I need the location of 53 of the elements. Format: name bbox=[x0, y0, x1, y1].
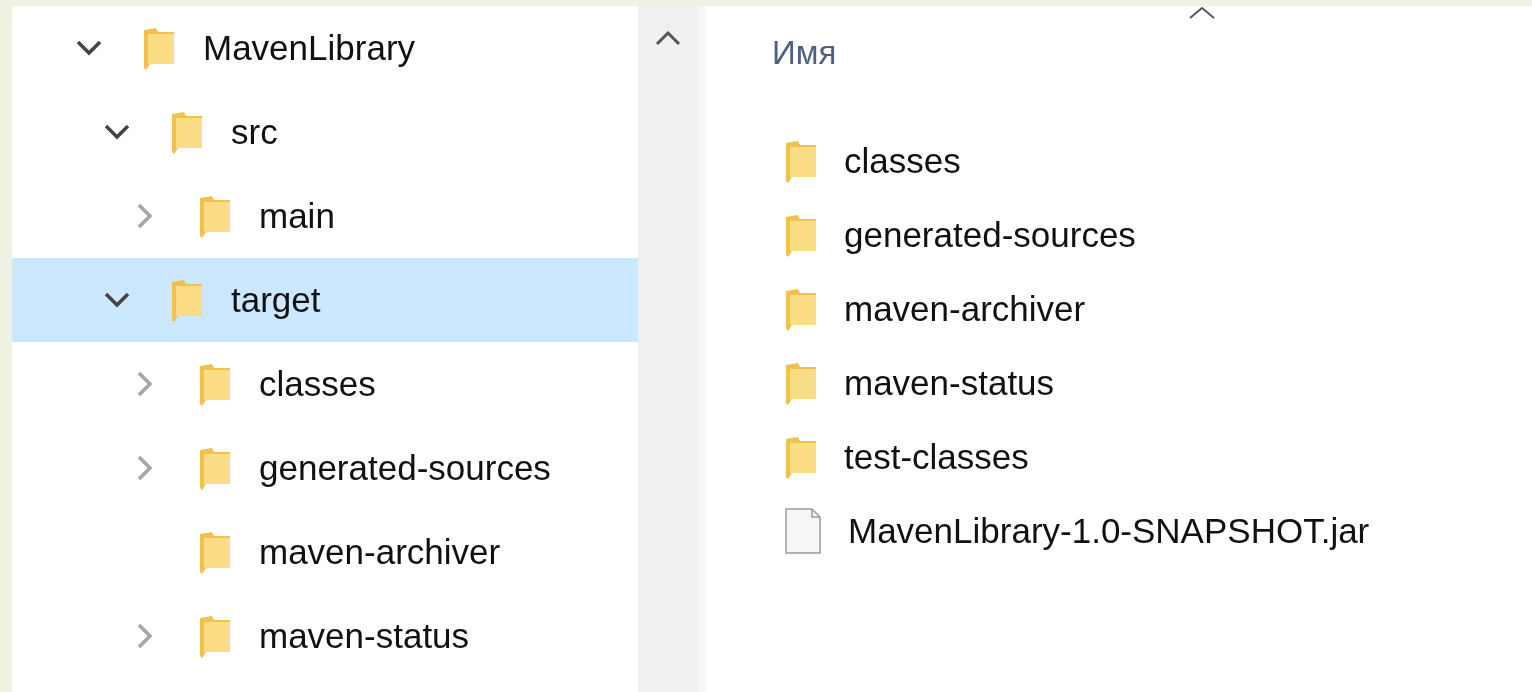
sort-ascending-icon[interactable] bbox=[1188, 6, 1216, 20]
folder-icon bbox=[198, 194, 232, 238]
file-name: maven-archiver bbox=[844, 289, 1086, 329]
folder-icon bbox=[198, 362, 232, 406]
file-name: test-classes bbox=[844, 437, 1029, 477]
folder-icon bbox=[170, 110, 204, 154]
tree-item-label: classes bbox=[259, 364, 376, 404]
tree-item-label: maven-status bbox=[259, 616, 470, 656]
chevron-down-icon[interactable] bbox=[76, 40, 102, 56]
tree-item-label: main bbox=[259, 196, 335, 236]
tree-item-label: target bbox=[231, 280, 321, 320]
folder-icon bbox=[784, 213, 818, 257]
scroll-up-button[interactable] bbox=[653, 28, 683, 48]
tree-item[interactable]: generated-sources bbox=[12, 426, 638, 510]
file-name: maven-status bbox=[844, 363, 1055, 403]
chevron-right-icon[interactable] bbox=[137, 455, 153, 481]
folder-icon bbox=[198, 614, 232, 658]
folder-icon bbox=[142, 26, 176, 70]
name-column-header[interactable]: Имя bbox=[772, 34, 837, 72]
file-list-item[interactable]: maven-archiver bbox=[772, 272, 1532, 346]
folder-icon bbox=[198, 446, 232, 490]
tree-item[interactable]: maven-archiver bbox=[12, 510, 638, 594]
file-name: generated-sources bbox=[844, 215, 1136, 255]
file-list-item[interactable]: test-classes bbox=[772, 420, 1532, 494]
file-name: classes bbox=[844, 141, 961, 181]
file-list-item[interactable]: generated-sources bbox=[772, 198, 1532, 272]
folder-icon bbox=[784, 287, 818, 331]
folder-icon bbox=[784, 435, 818, 479]
tree-item-label: MavenLibrary bbox=[203, 28, 416, 68]
chevron-down-icon[interactable] bbox=[104, 292, 130, 308]
chevron-right-icon[interactable] bbox=[137, 371, 153, 397]
file-list-item[interactable]: MavenLibrary-1.0-SNAPSHOT.jar bbox=[772, 494, 1532, 568]
file-icon bbox=[784, 507, 822, 555]
file-list-item[interactable]: maven-status bbox=[772, 346, 1532, 420]
folder-icon bbox=[784, 139, 818, 183]
scrollbar[interactable] bbox=[638, 6, 698, 692]
folder-icon bbox=[198, 530, 232, 574]
chevron-right-icon[interactable] bbox=[137, 203, 153, 229]
tree-item-label: src bbox=[231, 112, 278, 152]
tree-item-label: generated-sources bbox=[259, 448, 551, 488]
folder-icon bbox=[170, 278, 204, 322]
tree-item[interactable]: src bbox=[12, 90, 638, 174]
chevron-right-icon[interactable] bbox=[137, 623, 153, 649]
file-name: MavenLibrary-1.0-SNAPSHOT.jar bbox=[848, 511, 1370, 551]
chevron-down-icon[interactable] bbox=[104, 124, 130, 140]
tree-item-label: maven-archiver bbox=[259, 532, 501, 572]
tree-item[interactable]: target bbox=[12, 258, 638, 342]
file-list-item[interactable]: classes bbox=[772, 124, 1532, 198]
tree-item[interactable]: MavenLibrary bbox=[12, 6, 638, 90]
tree-item[interactable]: main bbox=[12, 174, 638, 258]
tree-item[interactable]: maven-status bbox=[12, 594, 638, 678]
folder-icon bbox=[784, 361, 818, 405]
tree-item[interactable]: classes bbox=[12, 342, 638, 426]
